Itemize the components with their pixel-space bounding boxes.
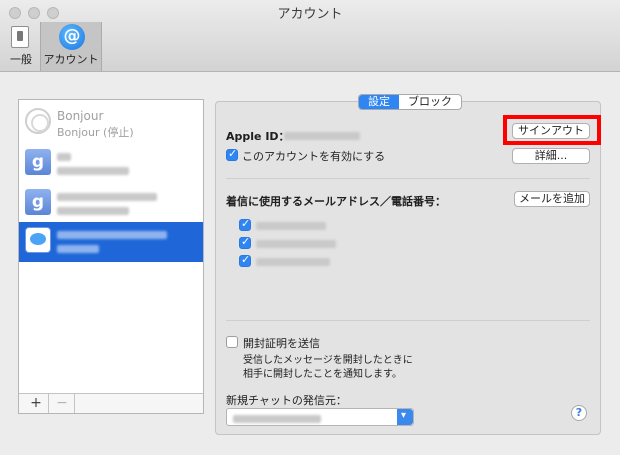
google-icon: g (25, 149, 51, 175)
sign-out-highlight-box (503, 115, 601, 145)
chevron-down-icon (397, 409, 413, 425)
addresses-label: 着信に使用するメールアドレス／電話番号： (226, 195, 446, 208)
address-checkbox[interactable] (239, 253, 251, 267)
switch-icon (11, 26, 29, 48)
read-receipts-description: 受信したメッセージを開封したときに (243, 355, 413, 366)
address-value-redacted (256, 256, 330, 269)
messages-icon (25, 227, 51, 253)
tab-block[interactable]: ブロック (399, 95, 461, 109)
address-checkbox[interactable] (239, 235, 251, 249)
read-receipts-description: 相手に開封したことを通知します。 (243, 369, 402, 380)
account-name-redacted (57, 190, 157, 204)
title-bar: アカウント 一般 @ アカウント (0, 0, 620, 72)
account-status-redacted (57, 205, 129, 218)
new-chat-from-value-redacted (233, 413, 321, 426)
bonjour-icon (25, 108, 51, 134)
toolbar-item-label: 一般 (10, 53, 32, 66)
separator (226, 178, 590, 179)
toolbar-item-general[interactable]: 一般 (4, 22, 38, 71)
account-name-redacted (57, 228, 167, 242)
details-button[interactable]: 詳細... (512, 148, 590, 164)
account-name-redacted (57, 150, 71, 164)
new-chat-from-select[interactable] (226, 408, 414, 426)
account-status-redacted (57, 243, 99, 256)
add-account-button[interactable]: + (24, 394, 49, 413)
read-receipts-checkbox[interactable] (226, 336, 238, 348)
apple-id-value-redacted (284, 130, 360, 143)
apple-id-label: Apple ID： (226, 130, 290, 143)
help-button[interactable]: ? (571, 405, 587, 421)
toolbar-item-accounts[interactable]: @ アカウント (40, 22, 102, 71)
tab-switcher: 設定 ブロック (358, 94, 462, 110)
address-checkbox[interactable] (239, 217, 251, 231)
add-email-button[interactable]: メールを追加 (514, 191, 590, 207)
enable-account-checkbox[interactable] (226, 147, 238, 161)
new-chat-label: 新規チャットの発信元： (226, 394, 347, 407)
account-row-bonjour[interactable]: Bonjour Bonjour (停止) (19, 103, 203, 141)
account-name: Bonjour (57, 109, 104, 123)
account-status-redacted (57, 165, 129, 178)
remove-account-button[interactable]: − (50, 394, 75, 413)
separator (226, 320, 590, 321)
address-value-redacted (256, 220, 326, 233)
enable-account-label: このアカウントを有効にする (242, 150, 386, 163)
account-list-footer: + − (19, 393, 203, 413)
account-row[interactable]: g (19, 184, 203, 222)
account-status: Bonjour (停止) (57, 126, 134, 139)
tab-settings[interactable]: 設定 (359, 95, 399, 109)
read-receipts-label: 開封証明を送信 (243, 337, 320, 350)
account-list[interactable]: Bonjour Bonjour (停止) g g + − (18, 99, 204, 414)
toolbar-item-label: アカウント (43, 53, 99, 66)
account-row-selected[interactable] (19, 222, 203, 262)
google-icon: g (25, 189, 51, 215)
window-title: アカウント (277, 7, 343, 22)
address-value-redacted (256, 238, 336, 251)
account-row[interactable]: g (19, 144, 203, 182)
at-icon: @ (59, 24, 85, 50)
